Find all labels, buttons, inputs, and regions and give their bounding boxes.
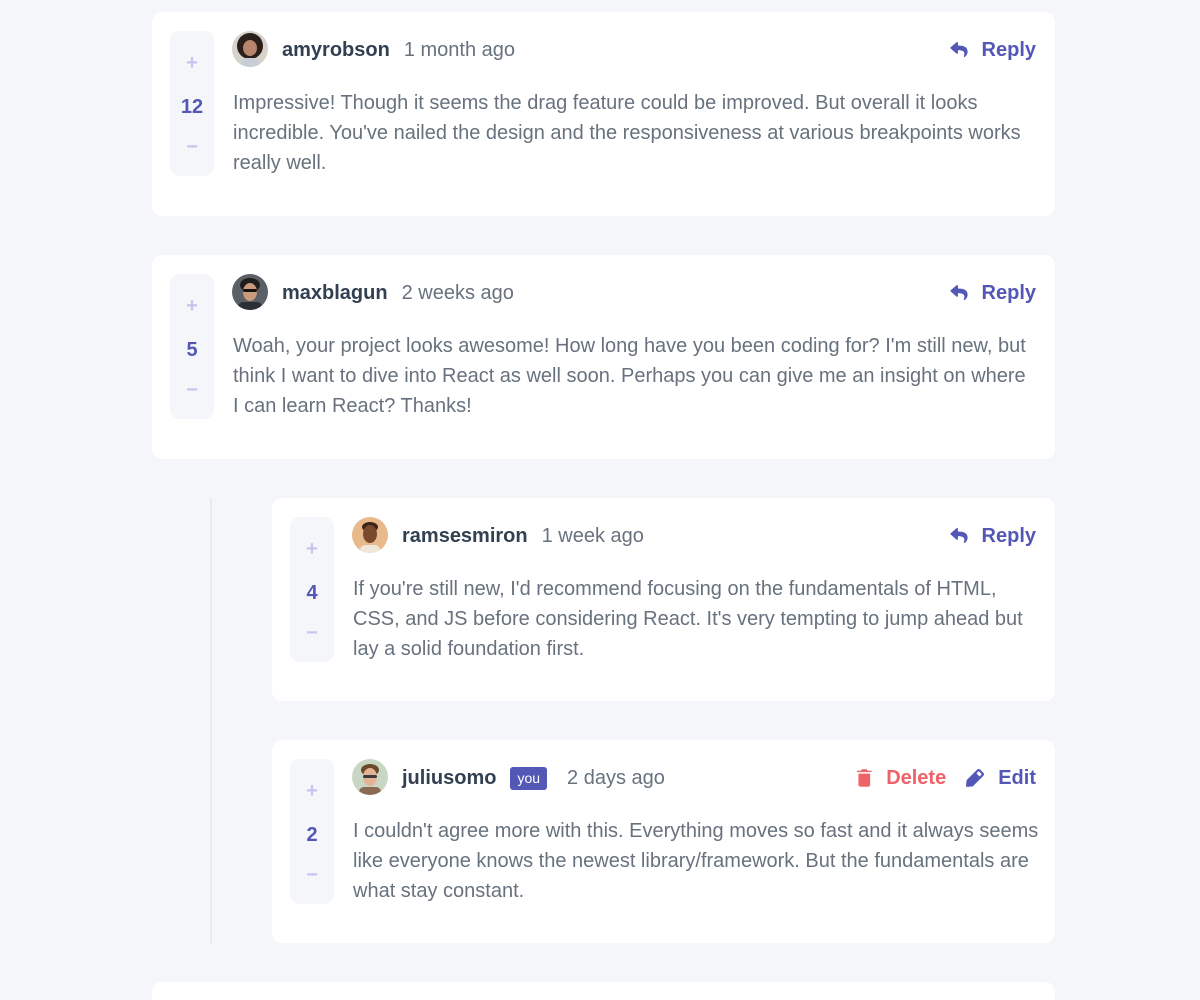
comment-meta: amyrobson 1 month ago: [282, 37, 515, 63]
downvote-button[interactable]: −: [290, 623, 334, 643]
reply-button[interactable]: Reply: [949, 281, 1036, 305]
comment-actions: Reply: [949, 37, 1036, 63]
delete-label: Delete: [886, 766, 947, 789]
comment-text: If you're still new, I'd recommend focus…: [353, 578, 1023, 660]
upvote-button[interactable]: +: [290, 781, 334, 801]
vote-control: + 4 −: [290, 517, 334, 662]
timestamp: 1 week ago: [541, 524, 644, 547]
trash-icon: [857, 769, 872, 787]
comment-actions: Reply: [949, 523, 1036, 549]
score-value: 12: [180, 96, 204, 118]
reply-button[interactable]: Reply: [949, 38, 1036, 62]
comment-card-partial: [152, 982, 1055, 1000]
score-value: 4: [306, 582, 318, 604]
reply-button[interactable]: Reply: [949, 524, 1036, 548]
downvote-button[interactable]: −: [290, 865, 334, 885]
pencil-icon: [966, 769, 985, 787]
comment-meta: maxblagun 2 weeks ago: [282, 280, 514, 306]
upvote-button[interactable]: +: [290, 539, 334, 559]
downvote-button[interactable]: −: [170, 137, 214, 157]
comment-actions: Reply: [949, 280, 1036, 306]
username[interactable]: juliusomo: [402, 767, 496, 790]
downvote-button[interactable]: −: [170, 380, 214, 400]
reply-label: Reply: [981, 38, 1036, 61]
reply-icon: [949, 285, 968, 301]
comment-card: + 5 − maxblagun 2 weeks ago Reply Woah, …: [152, 255, 1055, 459]
username[interactable]: maxblagun: [282, 282, 388, 305]
vote-control: + 5 −: [170, 274, 214, 419]
reply-card: + 4 − ramsesmiron 1 week ago Reply If yo…: [272, 498, 1055, 701]
reply-card: + 2 − juliusomo you 2 days ago Delete Ed…: [272, 740, 1055, 943]
comment-text: Impressive! Though it seems the drag fea…: [233, 92, 1021, 174]
upvote-button[interactable]: +: [170, 53, 214, 73]
edit-button[interactable]: Edit: [966, 767, 1036, 790]
avatar: [352, 759, 388, 795]
upvote-button[interactable]: +: [170, 296, 214, 316]
comment-actions: Delete Edit: [857, 765, 1036, 791]
edit-label: Edit: [998, 766, 1036, 789]
comment-meta: ramsesmiron 1 week ago: [402, 523, 644, 549]
you-badge: you: [510, 766, 548, 790]
reply-label: Reply: [981, 524, 1036, 547]
vote-control: + 12 −: [170, 31, 214, 176]
username[interactable]: ramsesmiron: [402, 525, 528, 548]
timestamp: 2 weeks ago: [401, 281, 514, 304]
reply-icon: [949, 528, 968, 544]
username[interactable]: amyrobson: [282, 39, 390, 62]
reply-thread-line: [210, 498, 212, 944]
timestamp: 2 days ago: [567, 766, 665, 789]
score-value: 5: [186, 339, 198, 361]
reply-label: Reply: [981, 281, 1036, 304]
score-value: 2: [306, 824, 318, 846]
avatar: [232, 274, 268, 310]
comment-card: + 12 − amyrobson 1 month ago Reply Impre…: [152, 12, 1055, 216]
timestamp: 1 month ago: [403, 38, 516, 61]
avatar: [232, 31, 268, 67]
avatar: [352, 517, 388, 553]
comments-page: + 12 − amyrobson 1 month ago Reply Impre…: [0, 0, 1200, 1000]
comment-meta: juliusomo you 2 days ago: [402, 765, 665, 791]
comment-text: I couldn't agree more with this. Everyth…: [353, 820, 1039, 902]
delete-button[interactable]: Delete: [857, 767, 946, 790]
reply-icon: [949, 42, 968, 58]
comment-text: Woah, your project looks awesome! How lo…: [233, 335, 1026, 417]
vote-control: + 2 −: [290, 759, 334, 904]
